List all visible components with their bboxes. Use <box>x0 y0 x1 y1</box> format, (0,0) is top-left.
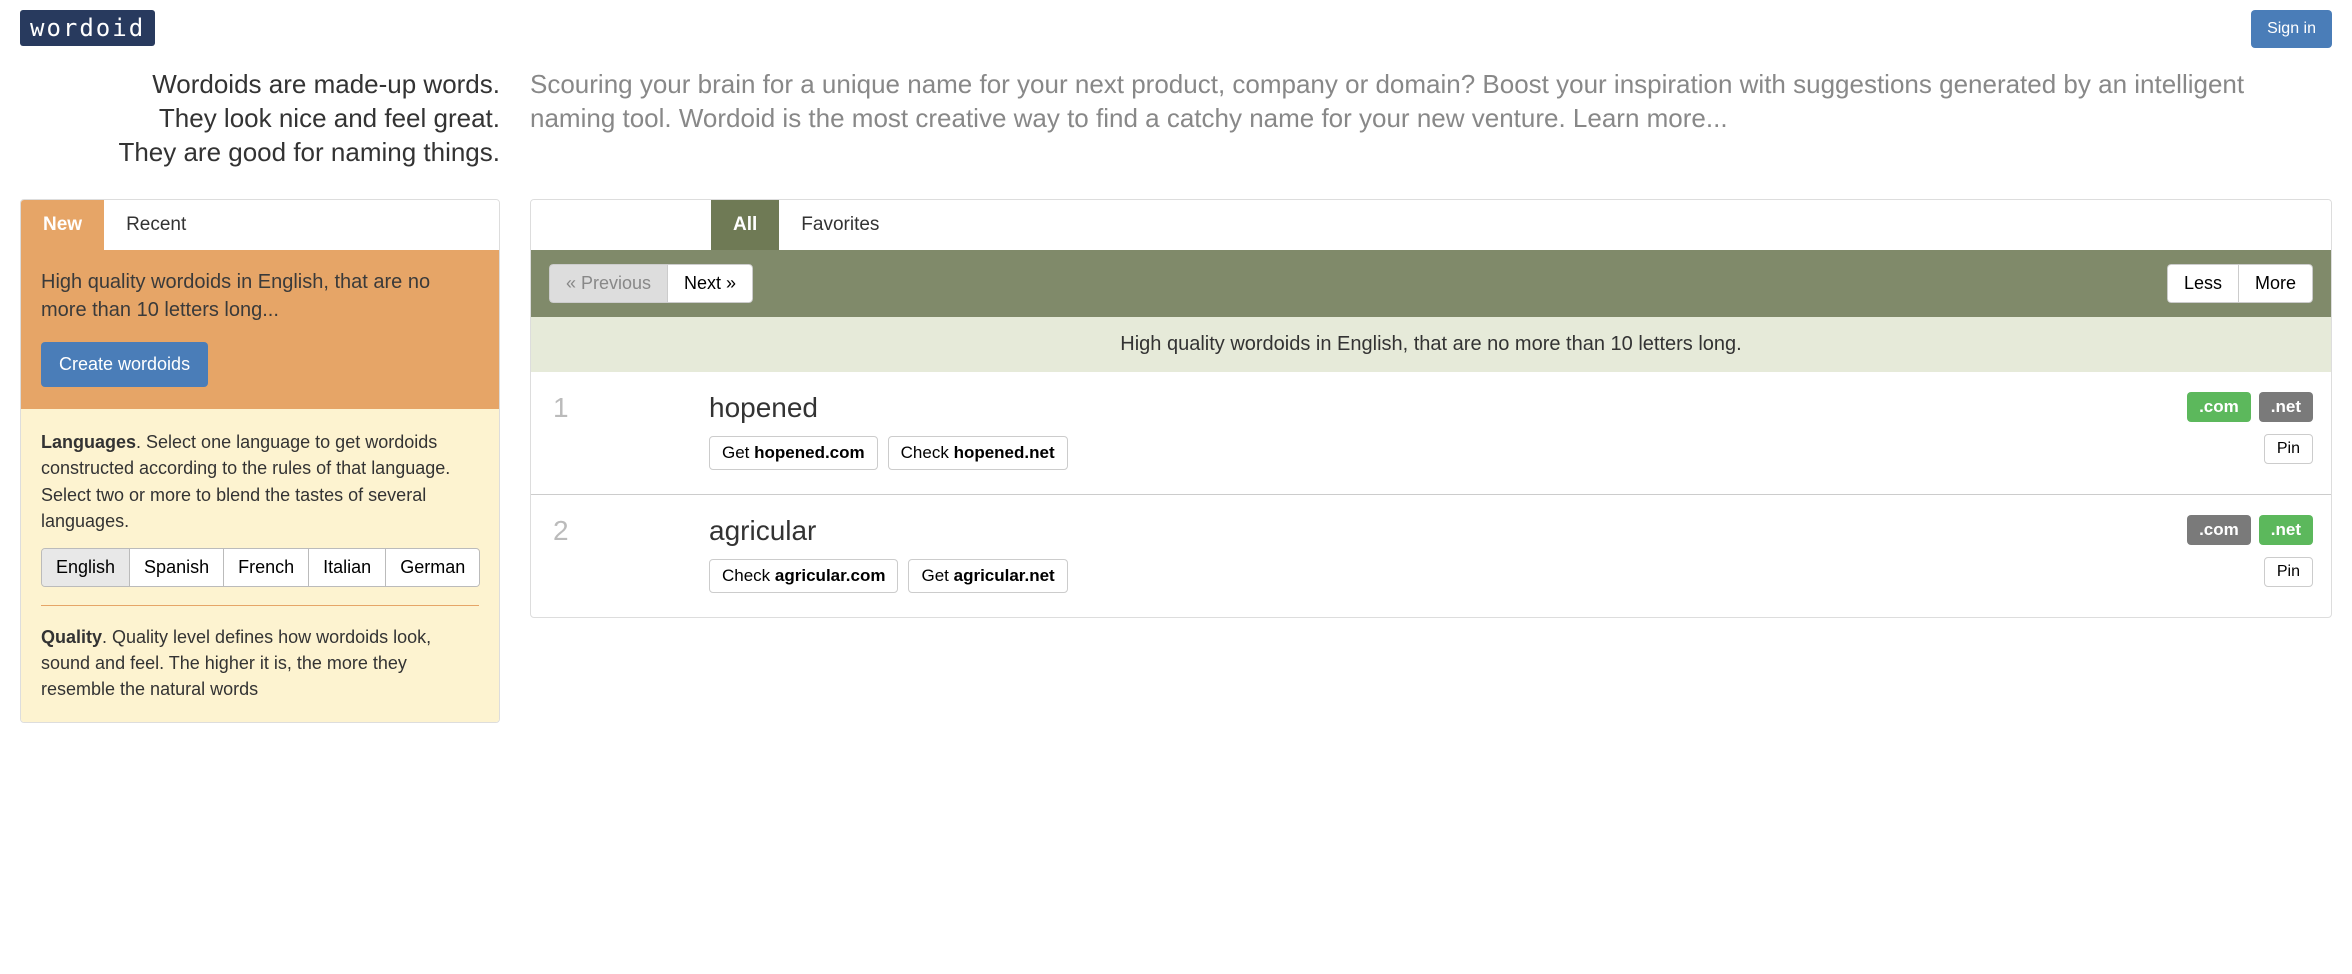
signin-button[interactable]: Sign in <box>2251 10 2332 48</box>
sidebar: New Recent High quality wordoids in Engl… <box>20 199 500 723</box>
results-tabs: All Favorites <box>531 200 2331 250</box>
lang-french[interactable]: French <box>224 549 309 586</box>
result-word: hopened <box>709 392 2187 424</box>
learn-more-link[interactable]: Learn more... <box>1573 103 1728 133</box>
next-button[interactable]: Next » <box>667 264 753 303</box>
languages-section: Languages. Select one language to get wo… <box>41 429 479 605</box>
sidebar-summary-panel: High quality wordoids in English, that a… <box>21 250 499 409</box>
result-body: agricular Check agricular.com Get agricu… <box>709 515 2187 593</box>
lang-spanish[interactable]: Spanish <box>130 549 224 586</box>
logo[interactable]: wordoid <box>20 10 155 46</box>
result-row: 2 agricular Check agricular.com Get agri… <box>531 495 2331 617</box>
domain-get-com[interactable]: Get hopened.com <box>709 436 878 470</box>
quality-section: Quality. Quality level defines how wordo… <box>41 624 479 702</box>
badges: .com .net <box>2187 392 2313 422</box>
sidebar-tabs: New Recent <box>21 200 499 250</box>
less-button[interactable]: Less <box>2167 264 2238 303</box>
tab-new[interactable]: New <box>21 200 104 250</box>
result-row: 1 hopened Get hopened.com Check hopened.… <box>531 372 2331 495</box>
badge-com: .com <box>2187 515 2251 545</box>
pin-button[interactable]: Pin <box>2264 557 2313 587</box>
tagline-line: Wordoids are made-up words. <box>20 68 500 102</box>
tagline-line: They are good for naming things. <box>20 136 500 170</box>
result-number: 2 <box>549 515 709 547</box>
badge-com: .com <box>2187 392 2251 422</box>
description: Scouring your brain for a unique name fo… <box>530 68 2332 169</box>
lang-english[interactable]: English <box>42 549 130 586</box>
tab-recent[interactable]: Recent <box>104 200 208 250</box>
tab-all[interactable]: All <box>711 200 779 250</box>
domain-check-com[interactable]: Check agricular.com <box>709 559 898 593</box>
result-body: hopened Get hopened.com Check hopened.ne… <box>709 392 2187 470</box>
domain-check-net[interactable]: Check hopened.net <box>888 436 1068 470</box>
lang-german[interactable]: German <box>386 549 479 586</box>
quality-title: Quality <box>41 627 102 647</box>
tagline: Wordoids are made-up words. They look ni… <box>20 68 500 169</box>
languages-text: Languages. Select one language to get wo… <box>41 429 479 533</box>
domain-buttons: Get hopened.com Check hopened.net <box>709 436 2187 470</box>
pin-button[interactable]: Pin <box>2264 434 2313 464</box>
results-toolbar: « Previous Next » Less More <box>531 250 2331 317</box>
result-word: agricular <box>709 515 2187 547</box>
more-button[interactable]: More <box>2238 264 2313 303</box>
results-summary: High quality wordoids in English, that a… <box>531 317 2331 372</box>
badges: .com .net <box>2187 515 2313 545</box>
results-panel: All Favorites « Previous Next » Less Mor… <box>530 199 2332 618</box>
quality-text: Quality. Quality level defines how wordo… <box>41 624 479 702</box>
result-right: .com .net Pin <box>2187 392 2313 464</box>
domain-get-net[interactable]: Get agricular.net <box>908 559 1067 593</box>
domain-buttons: Check agricular.com Get agricular.net <box>709 559 2187 593</box>
sidebar-options: Languages. Select one language to get wo… <box>21 409 499 722</box>
result-number: 1 <box>549 392 709 424</box>
less-more: Less More <box>2167 264 2313 303</box>
languages-title: Languages <box>41 432 136 452</box>
badge-net: .net <box>2259 515 2313 545</box>
badge-net: .net <box>2259 392 2313 422</box>
tab-favorites[interactable]: Favorites <box>779 200 901 250</box>
tagline-line: They look nice and feel great. <box>20 102 500 136</box>
lang-italian[interactable]: Italian <box>309 549 386 586</box>
create-wordoids-button[interactable]: Create wordoids <box>41 342 208 387</box>
pagination: « Previous Next » <box>549 264 753 303</box>
language-buttons: English Spanish French Italian German <box>41 548 480 587</box>
previous-button[interactable]: « Previous <box>549 264 667 303</box>
result-right: .com .net Pin <box>2187 515 2313 587</box>
sidebar-summary-text: High quality wordoids in English, that a… <box>41 268 479 324</box>
description-text: Scouring your brain for a unique name fo… <box>530 69 2244 133</box>
